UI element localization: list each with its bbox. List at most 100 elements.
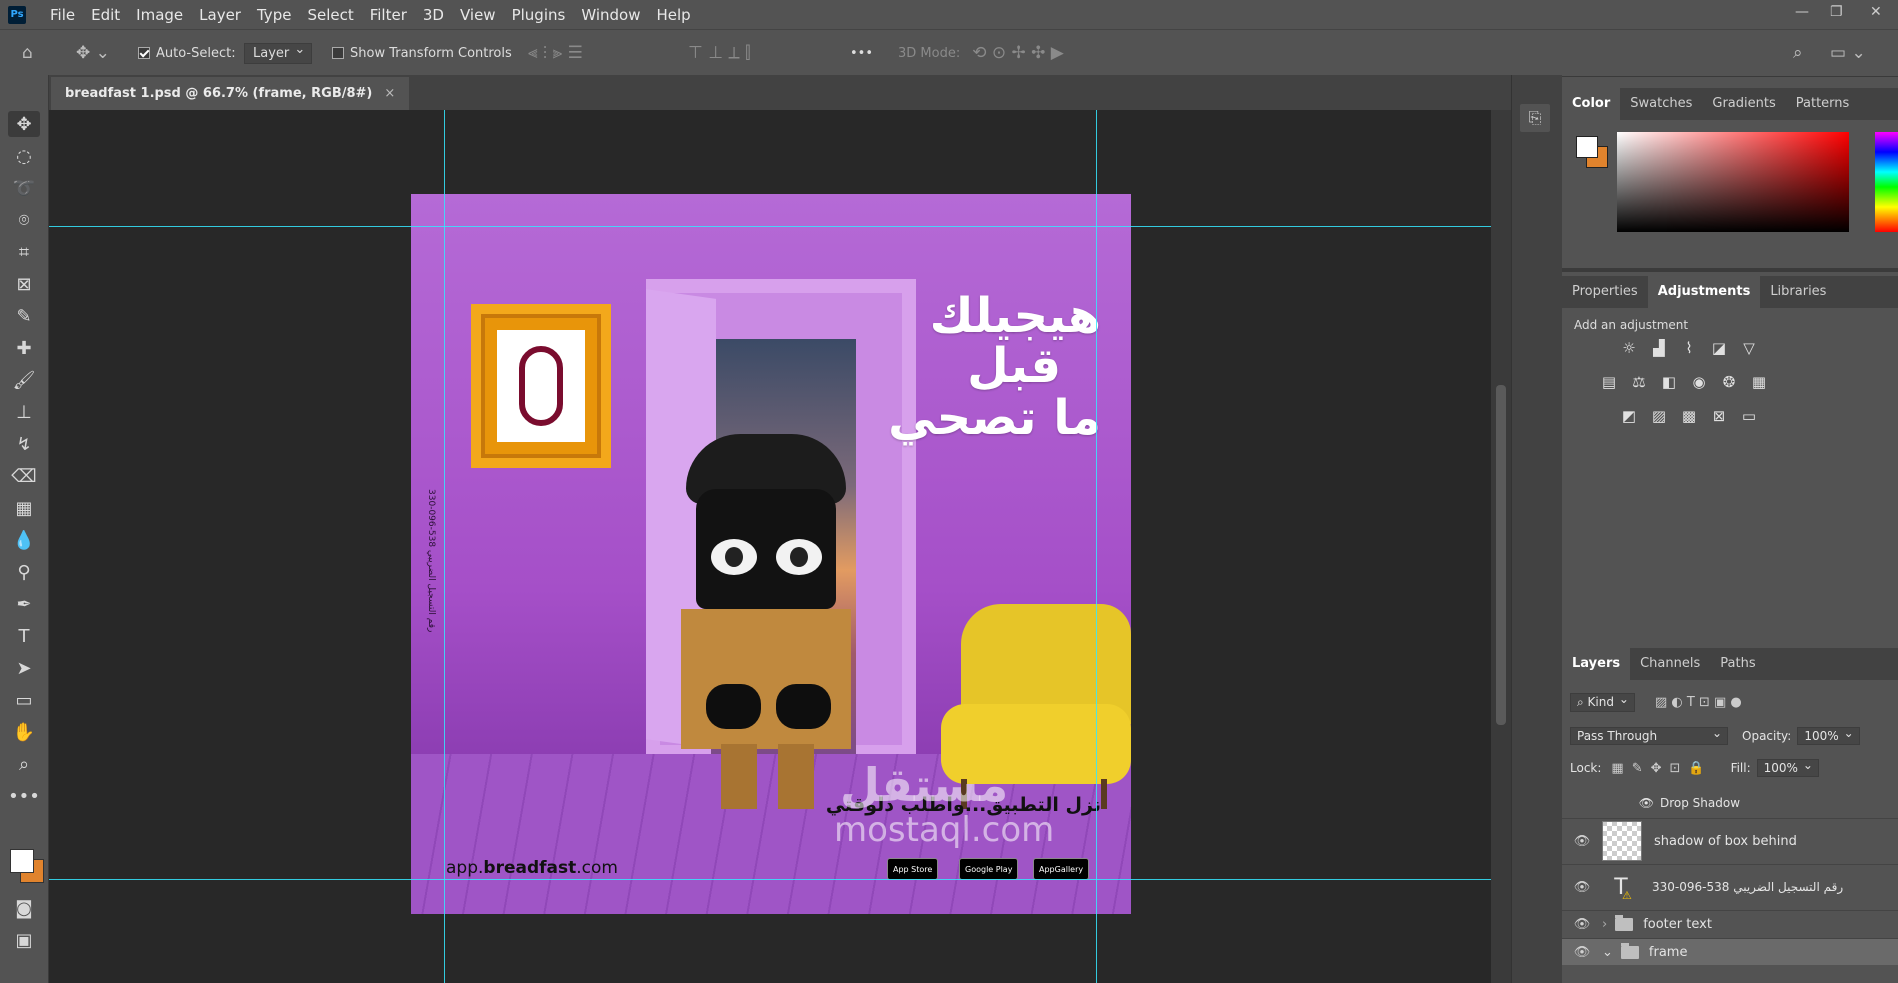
brightness-icon[interactable]: ☼: [1619, 338, 1639, 358]
blend-mode-dropdown[interactable]: Pass Through: [1570, 726, 1728, 745]
black-white-icon[interactable]: ◧: [1659, 372, 1679, 392]
invert-icon[interactable]: ◩: [1619, 406, 1639, 426]
menu-file[interactable]: File: [42, 6, 83, 24]
auto-select-checkbox[interactable]: Auto-Select:: [138, 30, 236, 76]
eyedropper-tool-icon[interactable]: ✎: [8, 303, 40, 329]
align-icons[interactable]: ⫷ ⫶ ⫸ ☰: [528, 30, 583, 76]
tab-gradients[interactable]: Gradients: [1702, 88, 1785, 120]
type-tool-icon[interactable]: T: [8, 623, 40, 649]
tab-color[interactable]: Color: [1562, 88, 1621, 120]
3d-orbit-icons[interactable]: ⟲ ⊙ ✢ ✣ ▶: [972, 43, 1064, 63]
more-options-button[interactable]: •••: [850, 30, 873, 76]
menu-layer[interactable]: Layer: [191, 6, 249, 24]
chevron-down-icon[interactable]: ⌄: [1602, 945, 1613, 960]
workspace-icon[interactable]: ▭ ⌄: [1830, 30, 1866, 76]
guide-vertical-right[interactable]: [1096, 110, 1097, 983]
frame-tool-icon[interactable]: ⊠: [8, 271, 40, 297]
guide-vertical-left[interactable]: [444, 110, 445, 983]
opacity-input[interactable]: 100%: [1797, 726, 1860, 745]
tab-swatches[interactable]: Swatches: [1620, 88, 1702, 120]
minimize-button[interactable]: —: [1795, 4, 1809, 20]
fill-input[interactable]: 100%: [1756, 758, 1819, 777]
distribute-icons[interactable]: ⊤ ⊥ ⟂ ⫿: [688, 30, 751, 76]
show-transform-controls-checkbox[interactable]: Show Transform Controls: [332, 30, 512, 76]
align-top-icon[interactable]: ⊤ ⊥ ⟂ ⫿: [688, 43, 751, 63]
marquee-tool-icon[interactable]: ◌: [8, 143, 40, 169]
auto-select-target-dropdown[interactable]: Layer: [244, 30, 313, 76]
vibrance-icon[interactable]: ▽: [1739, 338, 1759, 358]
search-icon[interactable]: ⌕: [1793, 30, 1803, 76]
foreground-color-swatch[interactable]: [10, 849, 34, 873]
menu-plugins[interactable]: Plugins: [504, 6, 574, 24]
history-panel-icon[interactable]: ⎘: [1520, 104, 1550, 132]
panel-foreground-swatch[interactable]: [1576, 136, 1598, 158]
tab-paths[interactable]: Paths: [1710, 648, 1765, 680]
tab-libraries[interactable]: Libraries: [1760, 276, 1836, 308]
layer-row-tax-text[interactable]: 👁 T ⚠ رقم التسجيل الضريبي 538-096-330: [1562, 864, 1898, 909]
home-icon[interactable]: ⌂: [22, 30, 33, 76]
path-select-tool-icon[interactable]: ➤: [8, 655, 40, 681]
crop-tool-icon[interactable]: ⌗: [8, 239, 40, 265]
move-tool-icon[interactable]: ✥: [8, 111, 40, 137]
photoshop-logo[interactable]: Ps: [8, 5, 26, 24]
dodge-tool-icon[interactable]: ⚲: [8, 559, 40, 585]
tab-channels[interactable]: Channels: [1630, 648, 1710, 680]
eye-icon[interactable]: 👁: [1562, 796, 1660, 810]
layer-row-frame[interactable]: 👁 ⌄ frame: [1562, 938, 1898, 965]
scrollbar-thumb[interactable]: [1496, 385, 1506, 725]
threshold-icon[interactable]: ▩: [1679, 406, 1699, 426]
chevron-right-icon[interactable]: ›: [1602, 917, 1607, 932]
history-brush-tool-icon[interactable]: ↯: [8, 431, 40, 457]
eye-icon[interactable]: 👁: [1562, 945, 1602, 960]
align-left-icon[interactable]: ⫷ ⫶ ⫸ ☰: [528, 43, 583, 63]
hue-slider[interactable]: [1875, 132, 1898, 232]
tab-adjustments[interactable]: Adjustments: [1647, 276, 1761, 308]
exposure-icon[interactable]: ◪: [1709, 338, 1729, 358]
menu-help[interactable]: Help: [648, 6, 698, 24]
eye-icon[interactable]: 👁: [1562, 834, 1602, 849]
menu-view[interactable]: View: [452, 6, 504, 24]
edit-toolbar-icon[interactable]: •••: [8, 783, 40, 809]
photo-filter-icon[interactable]: ◉: [1689, 372, 1709, 392]
posterize-icon[interactable]: ▨: [1649, 406, 1669, 426]
layer-row-drop-shadow[interactable]: 👁 Drop Shadow: [1562, 792, 1898, 814]
tab-layers[interactable]: Layers: [1562, 648, 1631, 680]
document-tab[interactable]: breadfast 1.psd @ 66.7% (frame, RGB/8#) …: [51, 77, 410, 110]
close-tab-icon[interactable]: ×: [384, 86, 395, 101]
gradient-map-icon[interactable]: ▭: [1739, 406, 1759, 426]
eye-icon[interactable]: 👁: [1562, 880, 1602, 895]
brush-tool-icon[interactable]: 🖌: [8, 367, 40, 393]
lock-icons[interactable]: ▦✎✥⊡🔒: [1611, 761, 1712, 776]
selective-color-icon[interactable]: ⊠: [1709, 406, 1729, 426]
menu-edit[interactable]: Edit: [83, 6, 128, 24]
gradient-tool-icon[interactable]: ▦: [8, 495, 40, 521]
quick-select-tool-icon[interactable]: ⌾: [8, 207, 40, 233]
menu-3d[interactable]: 3D: [415, 6, 452, 24]
layer-row-footer-text[interactable]: 👁 › footer text: [1562, 910, 1898, 937]
clone-stamp-tool-icon[interactable]: ⊥: [8, 399, 40, 425]
guide-horizontal-bottom[interactable]: [49, 879, 1491, 880]
move-tool-preset-icon[interactable]: ✥ ⌄: [76, 30, 110, 76]
menu-type[interactable]: Type: [249, 6, 299, 24]
curves-icon[interactable]: ⌇: [1679, 338, 1699, 358]
hand-tool-icon[interactable]: ✋: [8, 719, 40, 745]
menu-window[interactable]: Window: [573, 6, 648, 24]
eye-icon[interactable]: 👁: [1562, 917, 1602, 932]
restore-button[interactable]: ❐: [1830, 4, 1843, 20]
menu-filter[interactable]: Filter: [362, 6, 415, 24]
artboard[interactable]: هيجيلك قبل ما تصحي رقم التسجيل الضريبي 5…: [411, 194, 1131, 914]
pen-tool-icon[interactable]: ✒: [8, 591, 40, 617]
healing-brush-tool-icon[interactable]: ✚: [8, 335, 40, 361]
close-window-button[interactable]: ✕: [1870, 4, 1882, 20]
color-balance-icon[interactable]: ⚖: [1629, 372, 1649, 392]
menu-select[interactable]: Select: [299, 6, 361, 24]
quick-mask-icon[interactable]: ◙: [8, 895, 40, 921]
rectangle-tool-icon[interactable]: ▭: [8, 687, 40, 713]
blur-tool-icon[interactable]: 💧: [8, 527, 40, 553]
tab-properties[interactable]: Properties: [1562, 276, 1648, 308]
layer-filter-kind-dropdown[interactable]: ⌕ Kind: [1570, 692, 1635, 712]
menu-image[interactable]: Image: [128, 6, 191, 24]
color-field[interactable]: [1617, 132, 1849, 232]
layer-row-shadow-box[interactable]: 👁 shadow of box behind: [1562, 818, 1898, 863]
screen-mode-icon[interactable]: ▣: [8, 927, 40, 953]
